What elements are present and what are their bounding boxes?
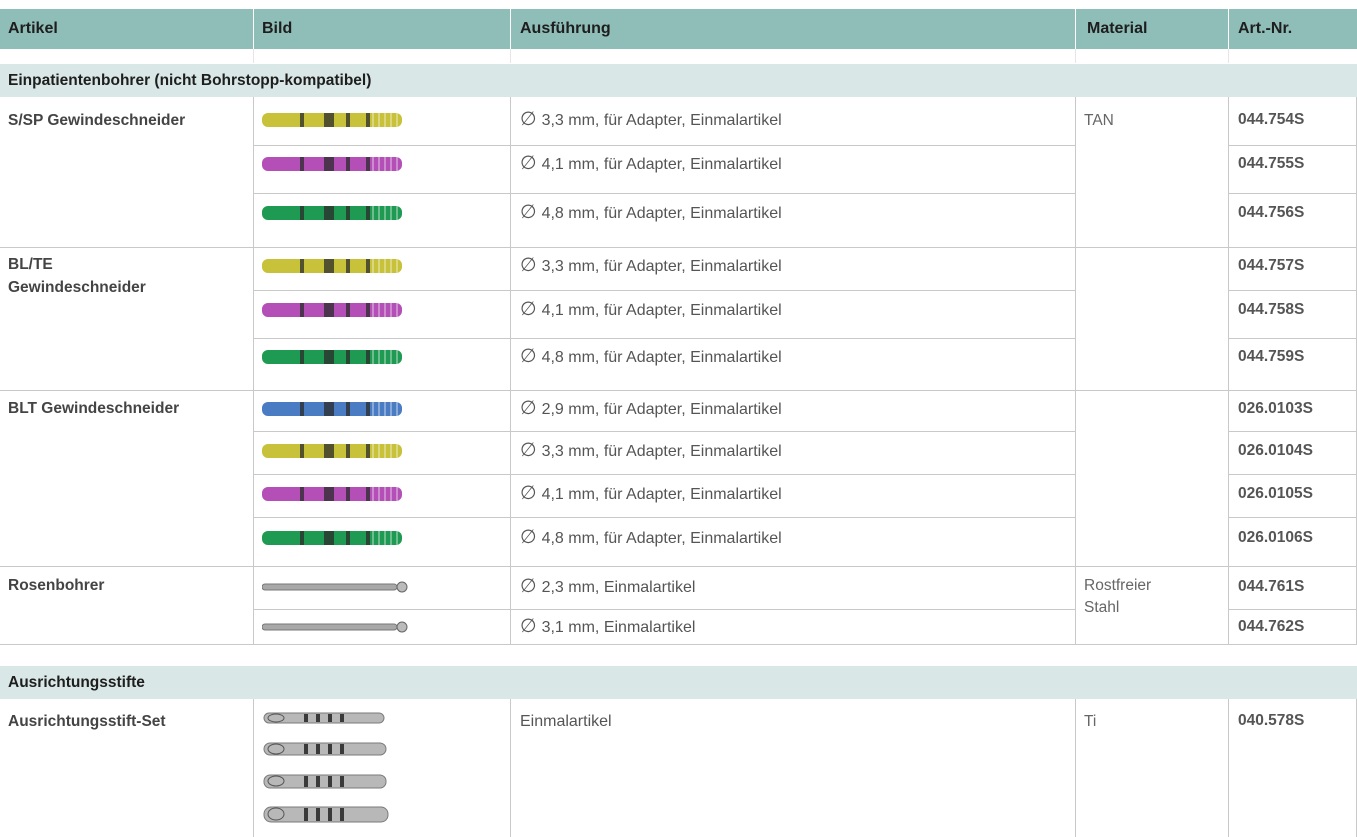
diameter-symbol: ∅ <box>520 576 537 597</box>
desc-text: mm, für Adapter, Einmalartikel <box>568 349 782 366</box>
desc-row: ∅ 4,8 mm, für Adapter, Einmalartikel <box>520 347 782 368</box>
diameter-value: 3,3 <box>541 443 564 460</box>
diameter-value: 2,9 <box>541 401 564 418</box>
artnr-cell: 044.754S <box>1238 111 1305 128</box>
alignment-pin-2 <box>263 742 387 756</box>
material-steel-line2: Stahl <box>1084 599 1120 616</box>
diameter-symbol: ∅ <box>520 153 537 174</box>
header-bild: Bild <box>262 20 293 37</box>
thread-tap-image <box>262 444 402 458</box>
artnr-cell: 044.756S <box>1238 204 1305 221</box>
diameter-value: 4,8 <box>541 349 564 366</box>
diameter-value: 3,1 <box>541 619 564 636</box>
header-artikel: Artikel <box>8 20 58 37</box>
desc-text: mm, für Adapter, Einmalartikel <box>568 205 782 222</box>
desc-row: ∅ 4,8 mm, für Adapter, Einmalartikel <box>520 528 782 549</box>
desc-row: ∅ 3,1 mm, Einmalartikel <box>520 617 695 638</box>
artnr-cell: 026.0106S <box>1238 529 1313 546</box>
thread-tap-image <box>262 531 402 545</box>
desc-text: mm, für Adapter, Einmalartikel <box>568 156 782 173</box>
material-tan: TAN <box>1084 112 1114 129</box>
rose-bur-image <box>262 621 408 633</box>
table-header: Artikel Bild Ausführung Material Art.-Nr… <box>0 9 1357 49</box>
diameter-symbol: ∅ <box>520 527 537 548</box>
diameter-value: 3,3 <box>541 112 564 129</box>
header-ausfuehrung: Ausführung <box>520 20 611 37</box>
diameter-value: 4,1 <box>541 302 564 319</box>
alignment-pin-1 <box>263 712 385 724</box>
thread-tap-image <box>262 113 402 127</box>
artnr-cell: 044.757S <box>1238 257 1305 274</box>
artnr-cell: 026.0105S <box>1238 485 1313 502</box>
thread-tap-image <box>262 206 402 220</box>
diameter-value: 4,8 <box>541 205 564 222</box>
diameter-symbol: ∅ <box>520 346 537 367</box>
diameter-value: 4,8 <box>541 530 564 547</box>
desc-row: ∅ 2,3 mm, Einmalartikel <box>520 577 695 598</box>
desc-text: mm, für Adapter, Einmalartikel <box>568 302 782 319</box>
diameter-symbol: ∅ <box>520 616 537 637</box>
artikel-rosenbohrer: Rosenbohrer <box>8 577 105 594</box>
diameter-value: 2,3 <box>541 579 564 596</box>
thread-tap-image <box>262 487 402 501</box>
artikel-blte-line1: BL/TE <box>8 256 53 273</box>
desc-row: ∅ 2,9 mm, für Adapter, Einmalartikel <box>520 399 782 420</box>
artnr-cell: 044.758S <box>1238 301 1305 318</box>
diameter-symbol: ∅ <box>520 255 537 276</box>
desc-row: ∅ 3,3 mm, für Adapter, Einmalartikel <box>520 441 782 462</box>
artnr-cell: 044.761S <box>1238 578 1305 595</box>
diameter-symbol: ∅ <box>520 483 537 504</box>
diameter-symbol: ∅ <box>520 109 537 130</box>
thread-tap-image <box>262 402 402 416</box>
thread-tap-image <box>262 303 402 317</box>
desc-text: mm, für Adapter, Einmalartikel <box>568 530 782 547</box>
artikel-ssp-gewindeschneider: S/SP Gewindeschneider <box>8 112 186 129</box>
alignment-pin-3 <box>263 774 387 789</box>
diameter-value: 4,1 <box>541 156 564 173</box>
artikel-blt-gewindeschneider: BLT Gewindeschneider <box>8 400 180 417</box>
thread-tap-image <box>262 259 402 273</box>
diameter-symbol: ∅ <box>520 202 537 223</box>
diameter-symbol: ∅ <box>520 440 537 461</box>
thread-tap-image <box>262 350 402 364</box>
desc-text: mm, für Adapter, Einmalartikel <box>568 443 782 460</box>
diameter-symbol: ∅ <box>520 299 537 320</box>
artnr-ausrichtungsstift: 040.578S <box>1238 712 1305 729</box>
material-ti: Ti <box>1084 713 1097 730</box>
desc-row: ∅ 3,3 mm, für Adapter, Einmalartikel <box>520 256 782 277</box>
desc-ausrichtungsstift: Einmalartikel <box>520 713 612 730</box>
desc-text: mm, für Adapter, Einmalartikel <box>568 112 782 129</box>
alignment-pin-4 <box>263 806 389 823</box>
desc-text: mm, Einmalartikel <box>568 619 696 636</box>
desc-text: mm, Einmalartikel <box>568 579 696 596</box>
desc-text: mm, für Adapter, Einmalartikel <box>568 401 782 418</box>
artnr-cell: 044.762S <box>1238 618 1305 635</box>
desc-row: ∅ 4,1 mm, für Adapter, Einmalartikel <box>520 484 782 505</box>
thread-tap-image <box>262 157 402 171</box>
artikel-ausrichtungsstift-set: Ausrichtungsstift-Set <box>8 713 166 730</box>
rose-bur-image <box>262 581 408 593</box>
diameter-value: 4,1 <box>541 486 564 503</box>
desc-text: mm, für Adapter, Einmalartikel <box>568 486 782 503</box>
desc-row: ∅ 4,1 mm, für Adapter, Einmalartikel <box>520 300 782 321</box>
artikel-blte-line2: Gewindeschneider <box>8 279 146 296</box>
artnr-cell: 044.759S <box>1238 348 1305 365</box>
section-title-ausrichtungsstifte: Ausrichtungsstifte <box>0 666 1357 699</box>
diameter-symbol: ∅ <box>520 398 537 419</box>
desc-row: ∅ 4,1 mm, für Adapter, Einmalartikel <box>520 154 782 175</box>
material-steel-line1: Rostfreier <box>1084 577 1152 594</box>
desc-row: ∅ 4,8 mm, für Adapter, Einmalartikel <box>520 203 782 224</box>
desc-row: ∅ 3,3 mm, für Adapter, Einmalartikel <box>520 110 782 131</box>
header-material: Material <box>1087 20 1148 37</box>
artnr-cell: 044.755S <box>1238 155 1305 172</box>
artnr-cell: 026.0104S <box>1238 442 1313 459</box>
artnr-cell: 026.0103S <box>1238 400 1313 417</box>
diameter-value: 3,3 <box>541 258 564 275</box>
section-title-einpatientenbohrer: Einpatientenbohrer (nicht Bohrstopp-komp… <box>0 64 1357 97</box>
alignment-pin-set-image <box>263 712 389 823</box>
desc-text: mm, für Adapter, Einmalartikel <box>568 258 782 275</box>
header-artnr: Art.-Nr. <box>1238 20 1293 37</box>
